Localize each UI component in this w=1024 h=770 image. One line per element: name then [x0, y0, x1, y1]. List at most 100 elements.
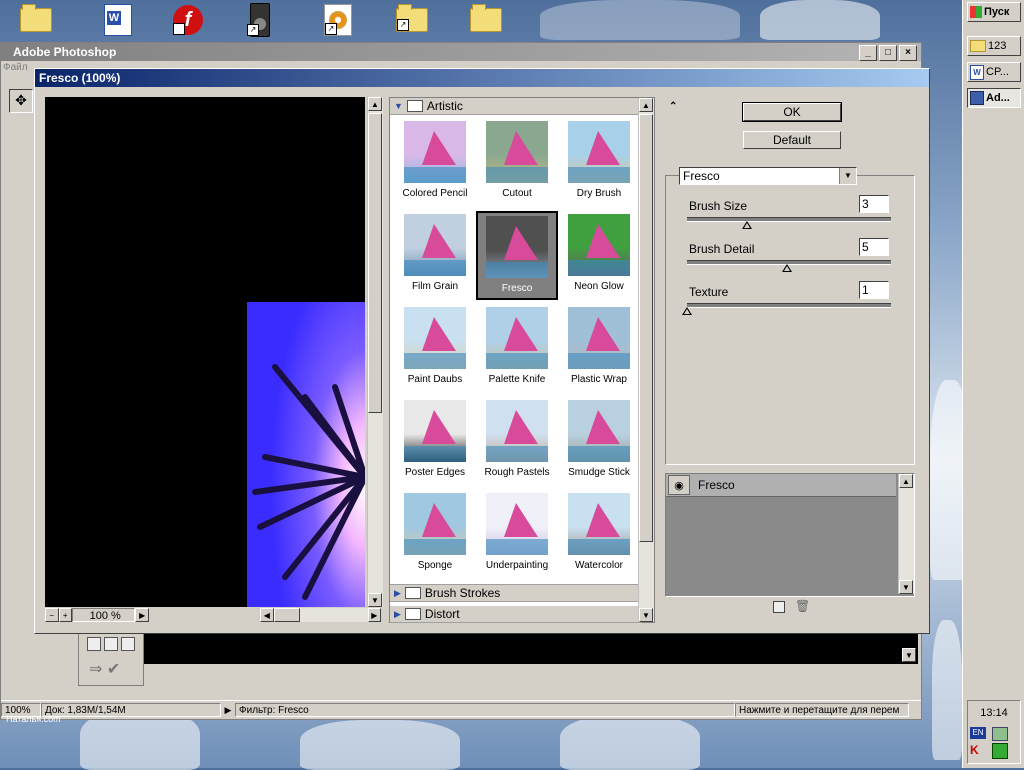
new-layer-icon[interactable]: [773, 601, 785, 613]
menu-file[interactable]: Файл: [3, 62, 28, 73]
desktop-icon-word[interactable]: W: [100, 2, 136, 38]
filter-thumb[interactable]: Plastic Wrap: [558, 304, 640, 393]
chevron-down-icon[interactable]: ▼: [839, 168, 856, 184]
horizontal-scroll-thumb[interactable]: [273, 608, 300, 622]
clock[interactable]: 13:14: [968, 707, 1020, 719]
filter-thumb[interactable]: Rough Pastels: [476, 397, 558, 486]
chevron-down-icon: ▼: [394, 101, 403, 111]
scroll-up-button[interactable]: ▲: [639, 98, 653, 112]
desktop-icon-folder-3[interactable]: [468, 2, 504, 38]
scroll-down-button[interactable]: ▼: [368, 593, 382, 607]
scroll-down-button[interactable]: ▼: [639, 608, 653, 622]
close-button[interactable]: ×: [899, 45, 917, 61]
category-label: Distort: [424, 607, 460, 621]
filter-thumb[interactable]: Film Grain: [394, 211, 476, 300]
minimize-button[interactable]: _: [859, 45, 877, 61]
screen-mode-icon[interactable]: [104, 637, 118, 651]
taskbar-item-photoshop[interactable]: Ad...: [967, 88, 1021, 108]
desktop-icon-cd[interactable]: ↗: [320, 2, 356, 38]
filter-thumb[interactable]: Neon Glow: [558, 211, 640, 300]
move-tool-icon[interactable]: ✥: [9, 89, 33, 113]
filter-select[interactable]: Fresco ▼: [679, 167, 857, 185]
photoshop-titlebar[interactable]: Adobe Photoshop _ □ ×: [1, 43, 921, 61]
folder-icon: [970, 40, 986, 52]
brush-detail-slider[interactable]: [687, 260, 891, 272]
taskbar-item-cp[interactable]: W CP...: [967, 62, 1021, 82]
slider-knob[interactable]: [782, 264, 792, 272]
ok-button[interactable]: OK: [742, 102, 842, 122]
start-label: Пуск: [984, 6, 1010, 18]
slider-knob[interactable]: [742, 221, 752, 229]
desktop-icon-folder-1[interactable]: [18, 2, 54, 38]
palette-area: ▼: [144, 634, 918, 664]
scroll-left-button[interactable]: ◀: [260, 608, 274, 622]
jump-to-icon[interactable]: ⇒ ✔: [89, 659, 120, 679]
filter-preview[interactable]: [45, 97, 365, 607]
filter-thumb[interactable]: Smudge Stick: [558, 397, 640, 486]
taskbar-item-123[interactable]: 123: [967, 36, 1021, 56]
screen-mode-icon[interactable]: [121, 637, 135, 651]
zoom-out-button[interactable]: −: [45, 608, 59, 622]
desktop-icon-folder-2[interactable]: ↗: [394, 2, 430, 38]
filter-thumb[interactable]: Colored Pencil: [394, 118, 476, 207]
status-hint: Нажмите и перетащите для перем: [735, 703, 909, 717]
desktop-icon-flash[interactable]: f ↗: [170, 2, 206, 38]
filter-thumb[interactable]: Cutout: [476, 118, 558, 207]
start-button[interactable]: Пуск: [967, 2, 1021, 22]
screen-mode-icon[interactable]: [87, 637, 101, 651]
folder-icon: [470, 4, 502, 32]
desktop-icon-speaker[interactable]: ↗: [242, 2, 278, 38]
filter-thumb[interactable]: Sponge: [394, 490, 476, 579]
effect-layer-row[interactable]: ◉ Fresco: [666, 474, 896, 497]
category-artistic[interactable]: ▼ Artistic: [390, 98, 654, 115]
collapse-gallery-icon[interactable]: ⌃: [669, 101, 677, 112]
scroll-up-button[interactable]: ▲: [368, 97, 382, 111]
scroll-right-button[interactable]: ▶: [367, 608, 382, 622]
trash-icon[interactable]: 🗑: [795, 599, 810, 613]
brush-size-slider[interactable]: [687, 217, 891, 229]
horizontal-scroll-track[interactable]: [273, 608, 368, 622]
zoom-in-button[interactable]: +: [58, 608, 72, 622]
preview-image: [247, 302, 365, 607]
filter-preview-thumbnail: [486, 121, 548, 183]
layers-scrollbar[interactable]: ▲ ▼: [898, 474, 914, 594]
scroll-thumb[interactable]: [639, 114, 653, 542]
maximize-button[interactable]: □: [879, 45, 897, 61]
category-distort[interactable]: ▶ Distort: [390, 606, 642, 623]
preview-vertical-scrollbar[interactable]: ▲ ▼: [367, 97, 383, 607]
status-menu-arrow-icon[interactable]: ▶: [221, 705, 235, 716]
texture-slider[interactable]: [682, 303, 891, 315]
param-label: Brush Size: [689, 199, 748, 213]
category-brush-strokes[interactable]: ▶ Brush Strokes: [390, 584, 642, 602]
filter-thumb[interactable]: Underpainting: [476, 490, 558, 579]
filter-thumb[interactable]: Watercolor: [558, 490, 640, 579]
eye-icon[interactable]: ◉: [668, 475, 690, 495]
default-button[interactable]: Default: [743, 131, 841, 149]
texture-input[interactable]: 1: [859, 281, 889, 299]
filter-thumb-label: Rough Pastels: [484, 467, 550, 478]
zoom-menu-button[interactable]: ▶: [135, 608, 149, 622]
filter-thumb[interactable]: Fresco: [476, 211, 558, 300]
photoshop-icon: [970, 91, 984, 105]
folder-icon: [406, 100, 423, 112]
filter-thumb[interactable]: Paint Daubs: [394, 304, 476, 393]
brush-size-input[interactable]: 3: [859, 195, 889, 213]
antivirus-icon[interactable]: K: [970, 743, 984, 757]
filter-thumb[interactable]: Poster Edges: [394, 397, 476, 486]
dialog-title[interactable]: Fresco (100%): [35, 69, 929, 87]
filter-thumb[interactable]: Palette Knife: [476, 304, 558, 393]
word-icon: W: [970, 64, 984, 80]
filter-thumb[interactable]: Dry Brush: [558, 118, 640, 207]
scroll-down-button[interactable]: ▼: [899, 580, 913, 594]
safely-remove-icon[interactable]: [992, 743, 1008, 759]
network-icon[interactable]: [992, 727, 1008, 741]
language-indicator[interactable]: EN: [970, 727, 986, 739]
scroll-up-button[interactable]: ▲: [899, 474, 913, 488]
brush-detail-input[interactable]: 5: [859, 238, 889, 256]
scroll-thumb[interactable]: [368, 113, 382, 413]
slider-knob[interactable]: [682, 307, 692, 315]
palette-scroll-down-button[interactable]: ▼: [902, 648, 916, 662]
speaker-icon: ↗: [247, 3, 270, 37]
filter-thumb-label: Paint Daubs: [407, 374, 463, 385]
gallery-scrollbar[interactable]: ▲ ▼: [638, 98, 654, 622]
